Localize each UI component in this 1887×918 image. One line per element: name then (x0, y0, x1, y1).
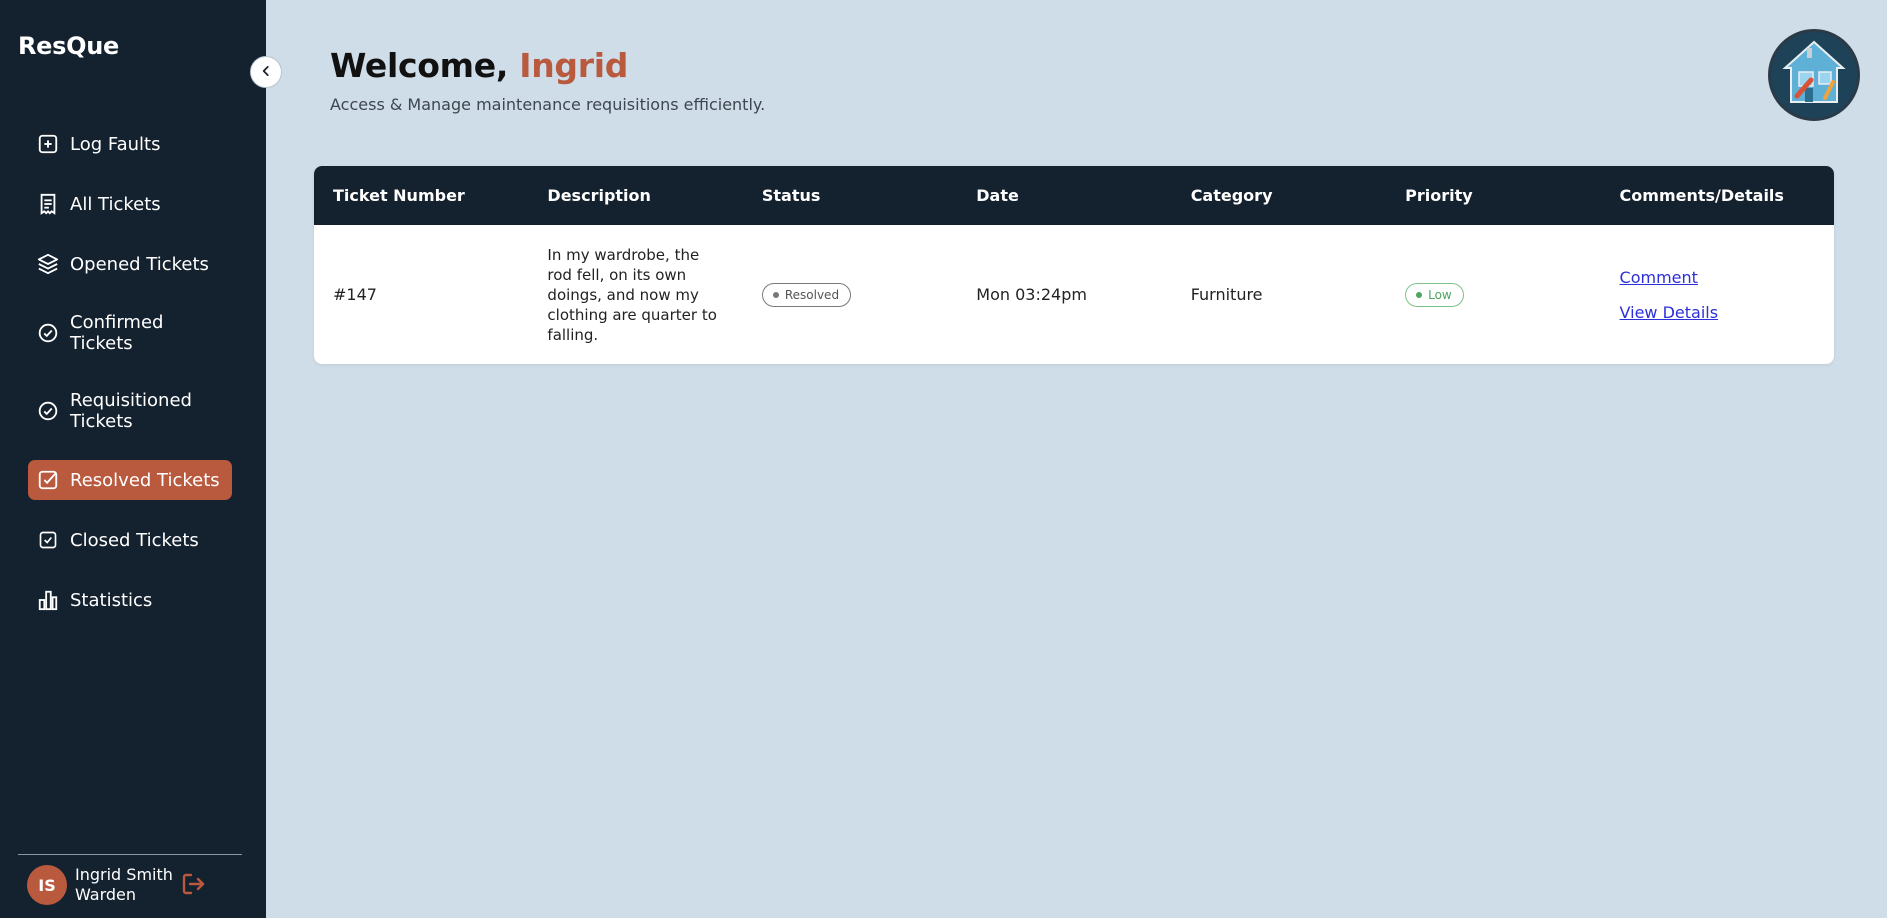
user-profile: IS Ingrid Smith Warden (18, 855, 242, 905)
status-cell: Resolved (761, 282, 976, 307)
sidebar-nav: Log Faults All Tickets Opened Tickets Co… (28, 124, 232, 640)
column-header-description: Description (547, 186, 651, 205)
column-header-category: Category (1190, 186, 1273, 205)
column-header-date: Date (976, 186, 1019, 205)
comments-details-cell: Comment View Details (1620, 268, 1834, 322)
column-header-ticket-number: Ticket Number (333, 186, 465, 205)
resque-house-logo (1768, 29, 1860, 121)
sidebar-item-closed-tickets[interactable]: Closed Tickets (28, 520, 232, 560)
priority-cell: Low (1405, 282, 1619, 307)
check-circle-icon (36, 399, 60, 423)
row-actions: Comment View Details (1620, 268, 1834, 322)
sidebar-item-label: Statistics (70, 589, 153, 611)
receipt-icon (36, 192, 60, 216)
sidebar-item-label: Log Faults (70, 133, 161, 155)
plus-square-icon (36, 132, 60, 156)
priority-label: Low (1428, 287, 1452, 302)
avatar[interactable]: IS (27, 865, 67, 905)
check-square-icon (36, 528, 60, 552)
sidebar-item-label: Closed Tickets (70, 529, 199, 551)
sidebar-user-section: IS Ingrid Smith Warden (18, 854, 242, 905)
table-header: Ticket Number Description Status Date Ca… (314, 166, 1834, 225)
priority-badge: Low (1405, 282, 1464, 307)
column-header-comments-details: Comments/Details (1619, 186, 1784, 205)
column-header-status: Status (761, 186, 821, 205)
user-role: Warden (75, 885, 137, 904)
sidebar-item-label: All Tickets (70, 193, 161, 215)
tickets-table: Ticket Number Description Status Date Ca… (314, 166, 1834, 364)
welcome-user-name: Ingrid (519, 46, 629, 85)
sidebar-item-resolved-tickets[interactable]: Resolved Tickets (28, 460, 232, 500)
sidebar-item-label: Confirmed Tickets (70, 312, 164, 354)
sidebar-item-statistics[interactable]: Statistics (28, 580, 232, 620)
sidebar: ResQue Log Faults All Tickets Opened Tic… (0, 0, 266, 918)
ticket-number-cell: #147 (333, 285, 377, 304)
status-label: Resolved (784, 287, 840, 302)
layers-icon (36, 252, 60, 276)
priority-dot-icon (1416, 291, 1423, 298)
collapse-sidebar-button[interactable] (250, 56, 282, 88)
category-cell: Furniture (1190, 285, 1263, 304)
sidebar-item-requisitioned-tickets[interactable]: Requisitioned Tickets (28, 382, 232, 440)
status-dot-icon (772, 291, 779, 298)
sidebar-item-label: Resolved Tickets (70, 469, 220, 491)
user-info: Ingrid Smith Warden (75, 865, 173, 905)
comment-link[interactable]: Comment (1620, 268, 1834, 287)
brand-logo-text[interactable]: ResQue (18, 32, 119, 60)
sidebar-item-log-faults[interactable]: Log Faults (28, 124, 232, 164)
sidebar-item-opened-tickets[interactable]: Opened Tickets (28, 244, 232, 284)
logout-icon[interactable] (181, 872, 209, 900)
table-row: #147 In my wardrobe, the rod fell, on it… (314, 225, 1834, 364)
sidebar-item-confirmed-tickets[interactable]: Confirmed Tickets (28, 304, 232, 362)
status-badge: Resolved (761, 282, 852, 307)
bar-chart-icon (36, 588, 60, 612)
chevron-left-icon (259, 63, 273, 82)
sidebar-item-label: Opened Tickets (70, 253, 209, 275)
user-name: Ingrid Smith (75, 865, 173, 884)
column-header-priority: Priority (1405, 186, 1473, 205)
main-content: Welcome, Ingrid Access & Manage maintena… (266, 0, 1887, 918)
sidebar-item-all-tickets[interactable]: All Tickets (28, 184, 232, 224)
sidebar-item-label: Requisitioned Tickets (70, 390, 192, 432)
date-cell: Mon 03:24pm (976, 285, 1087, 304)
view-details-link[interactable]: View Details (1620, 303, 1834, 322)
check-square-icon (36, 468, 60, 492)
page-subtitle: Access & Manage maintenance requisitions… (330, 95, 766, 114)
welcome-prefix: Welcome, (330, 46, 509, 85)
check-circle-icon (36, 321, 60, 345)
page-title: Welcome, Ingrid (330, 46, 628, 85)
description-cell: In my wardrobe, the rod fell, on its own… (547, 245, 761, 345)
ticket-description: In my wardrobe, the rod fell, on its own… (547, 245, 717, 344)
